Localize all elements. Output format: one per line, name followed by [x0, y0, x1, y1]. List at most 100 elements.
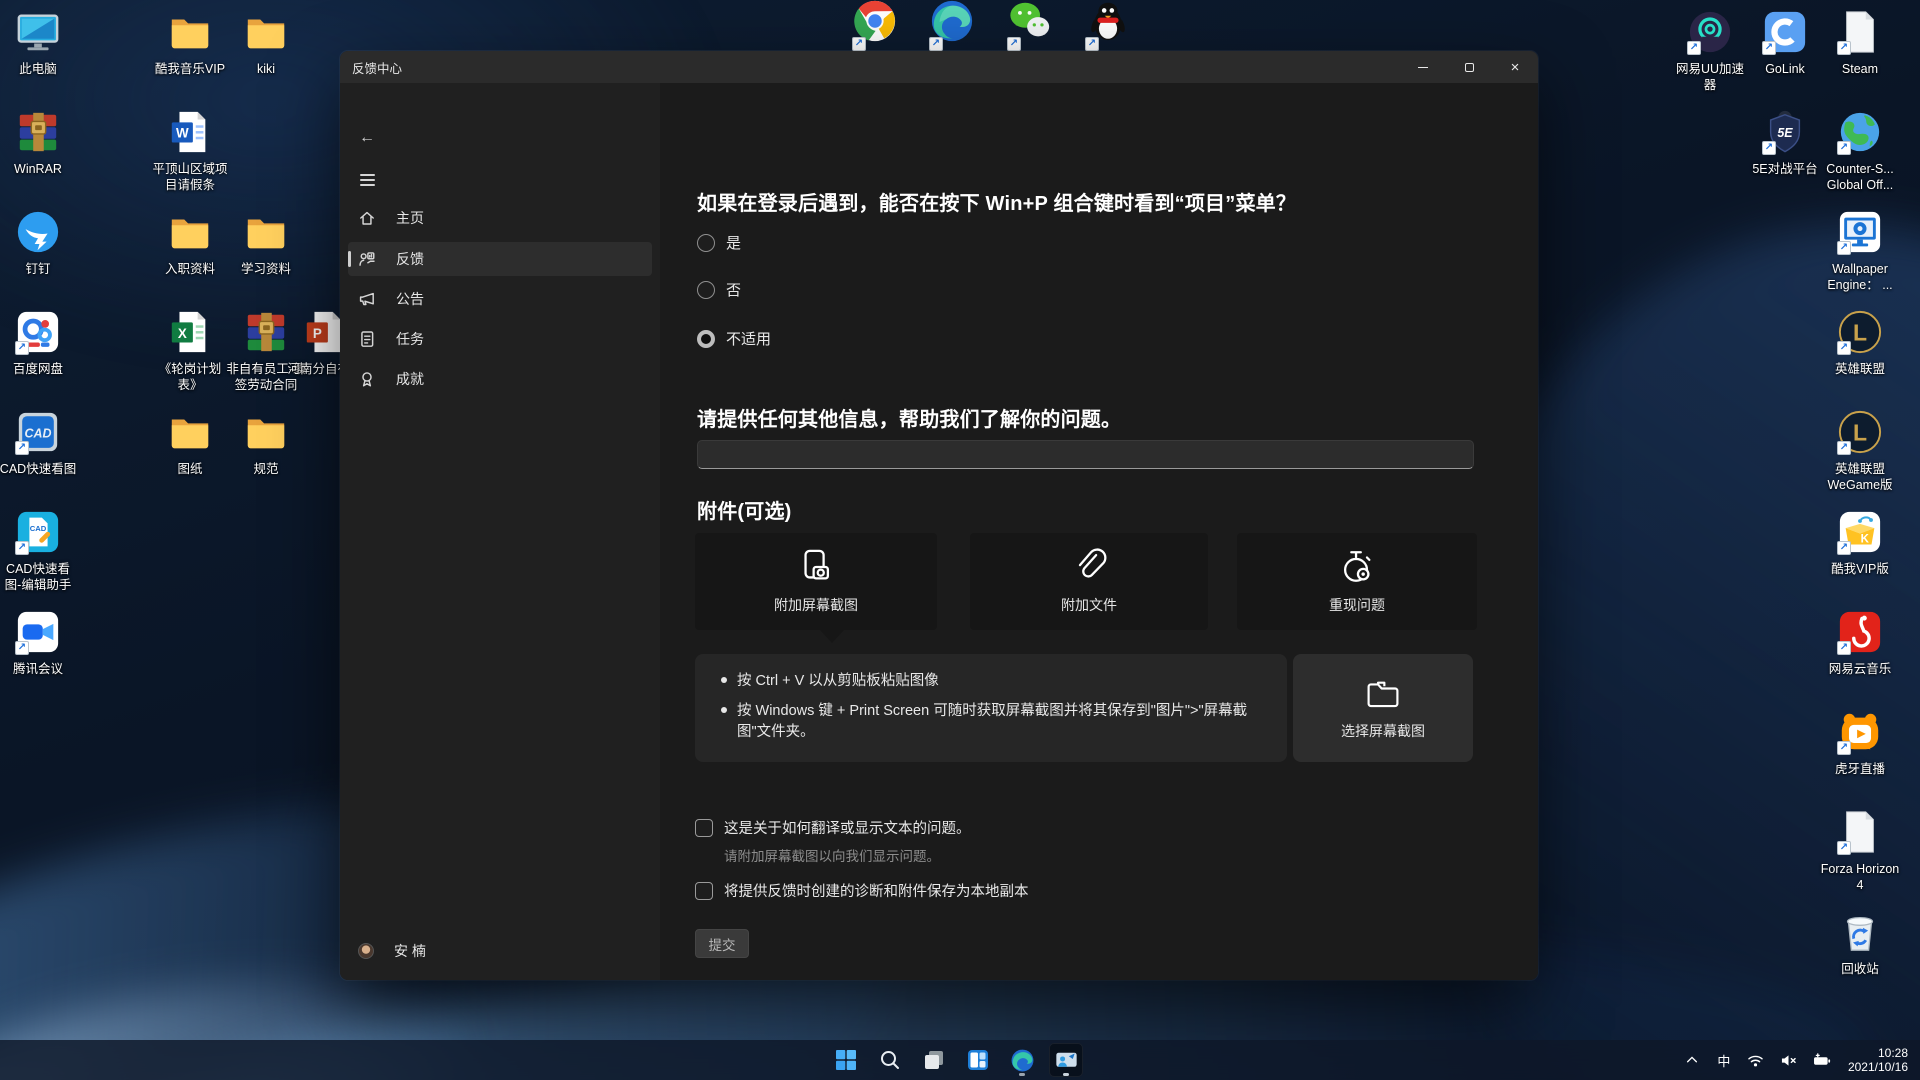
desktop-icon-winrar[interactable]: WinRAR: [0, 108, 78, 177]
desktop-icon-lol[interactable]: L ↗ 英雄联盟: [1820, 308, 1900, 377]
shortcut-arrow-icon: ↗: [1837, 841, 1851, 855]
search-button[interactable]: [873, 1043, 907, 1077]
desktop-icon-golink[interactable]: ↗ GoLink: [1745, 8, 1825, 77]
desktop-icon-5e-arena[interactable]: 5E ↗ 5E对战平台: [1745, 108, 1825, 177]
sidebar-item-feedback[interactable]: 反馈: [348, 242, 652, 276]
sidebar-item-achievements[interactable]: 成就: [348, 362, 652, 396]
translation-issue-checkbox[interactable]: 这是关于如何翻译或显示文本的问题。: [695, 817, 971, 838]
desktop-icon-dingtalk[interactable]: 钉钉: [0, 208, 78, 277]
sidebar-item-announcements[interactable]: 公告: [348, 282, 652, 316]
desktop-icon-kiki-folder[interactable]: kiki: [226, 8, 306, 77]
minimize-button[interactable]: [1400, 51, 1446, 83]
feedback-hub-taskbar-button[interactable]: [1049, 1043, 1083, 1077]
attach-screenshot-button[interactable]: 附加屏幕截图: [695, 533, 937, 643]
running-indicator: [1063, 1073, 1069, 1076]
desktop-icon-wechat[interactable]: ↗: [990, 0, 1070, 51]
icon-label: 此电脑: [19, 62, 57, 76]
icon-label: Forza Horizon 4: [1820, 862, 1900, 892]
svg-text:P: P: [313, 326, 322, 341]
radio-option-no[interactable]: 否: [697, 279, 741, 300]
winrar-archive-icon: [242, 308, 290, 356]
icon-label: 网易云音乐: [1828, 662, 1892, 676]
shortcut-arrow-icon: ↗: [1837, 241, 1851, 255]
desktop: 此电脑 酷我音乐VIP kiki WinRAR W 平顶山区域项目请假条 钉钉: [0, 0, 1920, 1080]
radio-option-yes[interactable]: 是: [697, 232, 741, 253]
icon-label: 百度网盘: [12, 362, 63, 376]
desktop-icon-huya[interactable]: ↗ 虎牙直播: [1820, 708, 1900, 777]
desktop-icon-wallpaper-engine[interactable]: ↗ Wallpaper Engine： ...: [1820, 208, 1900, 293]
winrar-icon: [14, 108, 62, 156]
desktop-icon-lol-wegame[interactable]: L ↗ 英雄联盟WeGame版: [1820, 408, 1900, 493]
recycle-bin-icon: [1836, 908, 1884, 956]
maximize-button[interactable]: [1446, 51, 1492, 83]
desktop-icon-chrome[interactable]: ↗: [835, 0, 915, 51]
clock[interactable]: 10:28 2021/10/16: [1842, 1046, 1914, 1074]
running-indicator: [1019, 1073, 1025, 1076]
desktop-icon-qq[interactable]: ↗: [1068, 0, 1148, 51]
desktop-icon-uu-booster[interactable]: ↗ 网易UU加速器: [1670, 8, 1750, 93]
word-document-icon: W: [166, 108, 214, 156]
desktop-icon-onboarding-folder[interactable]: 入职资料: [150, 208, 230, 277]
titlebar[interactable]: 反馈中心 ×: [340, 51, 1538, 83]
additional-info-input[interactable]: [697, 440, 1474, 469]
radio-selected-icon: [697, 329, 715, 348]
desktop-icon-excel-doc[interactable]: X 《轮岗计划表》: [150, 308, 230, 393]
icon-label: 5E对战平台: [1752, 162, 1818, 176]
desktop-icon-baidu-pan[interactable]: ↗ 百度网盘: [0, 308, 78, 377]
tray-chevron-button[interactable]: [1679, 1045, 1705, 1075]
feedback-hub-window: 反馈中心 × ← 主页 反馈 公告 任务 成就 安 楠 如果在登录后遇到，能否在…: [340, 51, 1538, 980]
svg-text:5E: 5E: [1777, 126, 1793, 140]
submit-button[interactable]: 提交: [695, 929, 749, 958]
user-avatar: [358, 943, 374, 959]
speaker-muted-icon: [1782, 1054, 1797, 1066]
wifi-icon: [1748, 1055, 1764, 1066]
nav-toggle-button[interactable]: [350, 167, 384, 193]
back-arrow-icon: ←: [359, 129, 375, 146]
choose-screenshot-button[interactable]: 选择屏幕截图: [1293, 654, 1473, 762]
battery-button[interactable]: [1809, 1045, 1835, 1075]
back-button[interactable]: ←: [350, 125, 384, 151]
5e-platform-icon: 5E ↗: [1761, 108, 1809, 156]
desktop-icon-cad-viewer[interactable]: CAD ↗ CAD快速看图: [0, 408, 78, 477]
radio-option-not-applicable[interactable]: 不适用: [697, 328, 771, 349]
recreate-problem-button[interactable]: 重现问题: [1237, 533, 1477, 630]
sidebar-item-settings[interactable]: 设置: [348, 974, 652, 980]
desktop-icon-study-folder[interactable]: 学习资料: [226, 208, 306, 277]
desktop-icon-tencent-meeting[interactable]: ↗ 腾讯会议: [0, 608, 78, 677]
desktop-icon-standards-folder[interactable]: 规范: [226, 408, 306, 477]
stopwatch-icon: [1343, 551, 1371, 582]
desktop-icon-kuwo-folder[interactable]: 酷我音乐VIP: [150, 8, 230, 77]
sidebar-item-home[interactable]: 主页: [348, 201, 652, 235]
edge-taskbar-button[interactable]: [1005, 1043, 1039, 1077]
desktop-icon-csgo[interactable]: ↗ Counter-S... Global Off...: [1820, 108, 1900, 193]
sidebar-item-tasks[interactable]: 任务: [348, 322, 652, 356]
start-button[interactable]: [829, 1043, 863, 1077]
desktop-icon-cad-editor[interactable]: CAD ↗ CAD快速看图-编辑助手: [0, 508, 78, 593]
desktop-icon-forza[interactable]: ↗ Forza Horizon 4: [1820, 808, 1900, 893]
desktop-icon-word-doc[interactable]: W 平顶山区域项目请假条: [150, 108, 230, 193]
sidebar-item-user[interactable]: 安 楠: [348, 934, 652, 968]
desktop-icon-recycle-bin[interactable]: 回收站: [1820, 908, 1900, 977]
desktop-icon-edge[interactable]: ↗: [912, 0, 992, 51]
tip-item: 按 Windows 键 + Print Screen 可随时获取屏幕截图并将其保…: [721, 701, 1263, 743]
desktop-icon-netease-music[interactable]: ↗ 网易云音乐: [1820, 608, 1900, 677]
close-button[interactable]: ×: [1492, 51, 1538, 83]
ime-indicator[interactable]: 中: [1712, 1051, 1736, 1070]
megaphone-icon: [358, 290, 376, 308]
battery-charging-icon: [1813, 1052, 1830, 1065]
wifi-button[interactable]: [1743, 1045, 1769, 1075]
desktop-icon-drawings-folder[interactable]: 图纸: [150, 408, 230, 477]
attach-file-button[interactable]: 附加文件: [970, 533, 1208, 630]
desktop-icon-steam[interactable]: ↗ Steam: [1820, 8, 1900, 77]
icon-label: Steam: [1841, 62, 1879, 76]
window-title: 反馈中心: [352, 61, 403, 76]
desktop-icon-this-pc[interactable]: 此电脑: [0, 8, 78, 77]
widgets-button[interactable]: [961, 1043, 995, 1077]
shortcut-arrow-icon: ↗: [1837, 41, 1851, 55]
save-local-checkbox[interactable]: 将提供反馈时创建的诊断和附件保存为本地副本: [695, 880, 1029, 901]
desktop-icon-kuwo-vip[interactable]: K ↗ 酷我VIP版: [1820, 508, 1900, 577]
volume-button[interactable]: [1776, 1045, 1802, 1075]
folder-icon: [242, 208, 290, 256]
hamburger-icon: [359, 174, 375, 176]
task-view-button[interactable]: [917, 1043, 951, 1077]
